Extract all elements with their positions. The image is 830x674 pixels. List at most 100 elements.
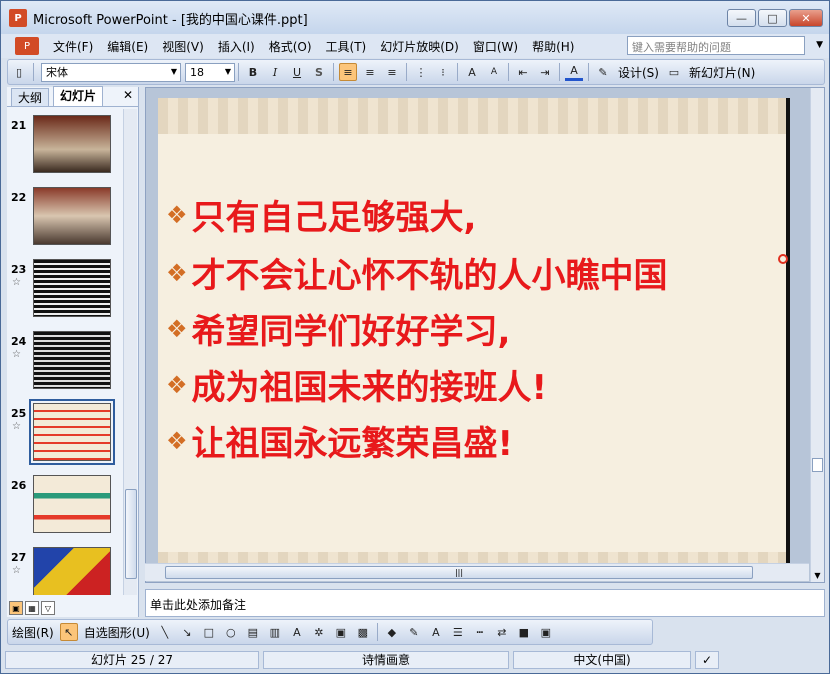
slide-sorter-icon[interactable]: ▦ [25,601,39,615]
font-color-icon[interactable]: A [565,63,583,81]
tab-outline[interactable]: 大纲 [11,88,50,106]
new-slide-button[interactable]: 新幻灯片(N) [689,64,755,81]
scrollbar-thumb[interactable] [125,489,137,579]
line-color-icon[interactable]: ✎ [405,623,423,641]
increase-indent-icon[interactable]: ⇥ [536,63,554,81]
align-left-icon[interactable]: ≡ [339,63,357,81]
bullet-icon: ❖ [166,200,188,229]
scrollbar-thumb[interactable] [812,458,823,472]
menu-format[interactable]: 格式(O) [269,38,312,55]
align-right-icon[interactable]: ≡ [383,63,401,81]
font-size-select[interactable]: 18 ▼ [185,62,235,82]
menu-slideshow[interactable]: 幻灯片放映(D) [380,38,459,55]
underline-button[interactable]: U [288,63,306,81]
slide-text-line[interactable]: ❖ 希望同学们好好学习, [166,304,510,353]
thumbnail-25[interactable]: 25 ☆ [7,397,123,465]
thumbnail-21[interactable]: 21 [7,109,123,175]
align-center-icon[interactable]: ≡ [361,63,379,81]
wordart-icon[interactable]: A [288,623,306,641]
scroll-down-icon[interactable]: ▼ [811,568,824,582]
shadow-style-icon[interactable]: ■ [515,623,533,641]
powerpoint-icon[interactable]: P [9,9,27,27]
bullets-icon[interactable]: ⁝ [434,63,452,81]
increase-font-icon[interactable]: A [463,63,481,81]
thumbnail-22[interactable]: 22 [7,181,123,247]
scrollbar-thumb[interactable]: ||| [165,566,753,579]
slide-top-border [158,98,786,134]
decrease-font-icon[interactable]: A [485,63,503,81]
design-button[interactable]: 设计(S) [618,64,659,81]
menu-window[interactable]: 窗口(W) [473,38,518,55]
help-search-input[interactable]: 键入需要帮助的问题 [627,36,805,55]
current-slide[interactable]: ❖ 只有自己足够强大, ❖ 才不会让心怀不轨的人小瞧中国 ❖ 希望同学们好好学习… [158,98,790,564]
language-indicator: 中文(中国) [513,651,691,669]
normal-view-icon[interactable]: ▣ [9,601,23,615]
autoshapes-button[interactable]: 自选图形(U) [84,624,150,641]
font-name-select[interactable]: 宋体 ▼ [41,62,181,82]
slide-line-text: 让祖国永远繁荣昌盛! [191,424,514,464]
decrease-indent-icon[interactable]: ⇤ [514,63,532,81]
new-document-icon[interactable]: ▯ [10,63,28,81]
font-color-icon[interactable]: A [427,623,445,641]
italic-button[interactable]: I [266,63,284,81]
thumbnail-27[interactable]: 27 ☆ [7,541,123,595]
menu-tools[interactable]: 工具(T) [326,38,367,55]
view-buttons: ▣ ▦ ▽ [9,601,69,617]
menu-help[interactable]: 帮助(H) [532,38,574,55]
close-button[interactable]: ✕ [789,9,823,27]
thumbnail-image [33,259,111,317]
bullet-icon: ❖ [166,426,188,455]
slide-vertical-scrollbar[interactable]: ▼ [810,88,824,582]
picture-icon[interactable]: ▩ [354,623,372,641]
chevron-down-icon: ▼ [170,66,177,76]
help-dropdown-icon[interactable]: ▼ [816,40,823,50]
fill-color-icon[interactable]: ◆ [383,623,401,641]
draw-menu-button[interactable]: 绘图(R) [12,624,54,641]
slide-line-text: 成为祖国未来的接班人! [191,368,548,408]
arrow-icon[interactable]: ↘ [178,623,196,641]
tab-slides[interactable]: 幻灯片 [53,86,104,106]
thumbnail-scrollbar[interactable] [123,109,137,595]
rectangle-icon[interactable]: □ [200,623,218,641]
slide-text-line[interactable]: ❖ 只有自己足够强大, [166,190,476,239]
thumbnail-24[interactable]: 24 ☆ [7,325,123,391]
thumbnail-26[interactable]: 26 [7,469,123,535]
dash-style-icon[interactable]: ┅ [471,623,489,641]
thumbnail-image [33,115,111,173]
clipart-icon[interactable]: ▣ [332,623,350,641]
slide-indicator: 幻灯片 25 / 27 [5,651,259,669]
arrow-style-icon[interactable]: ⇄ [493,623,511,641]
diagram-icon[interactable]: ✲ [310,623,328,641]
slide-text-line[interactable]: ❖ 成为祖国未来的接班人! [166,360,547,409]
minimize-button[interactable]: — [727,9,756,27]
slide-horizontal-scrollbar[interactable]: ||| [145,563,809,581]
thumbnail-23[interactable]: 23 ☆ [7,253,123,319]
shadow-button[interactable]: S [310,63,328,81]
slide-text-line[interactable]: ❖ 让祖国永远繁荣昌盛! [166,416,513,465]
design-template-name: 诗情画意 [263,651,509,669]
3d-style-icon[interactable]: ▣ [537,623,555,641]
textbox-icon[interactable]: ▤ [244,623,262,641]
line-icon[interactable]: ╲ [156,623,174,641]
menu-file[interactable]: 文件(F) [53,38,93,55]
line-style-icon[interactable]: ☰ [449,623,467,641]
powerpoint-window: P Microsoft PowerPoint - [我的中国心课件.ppt] —… [0,0,830,674]
notes-pane[interactable]: 单击此处添加备注 [145,589,825,617]
menu-view[interactable]: 视图(V) [162,38,204,55]
menu-insert[interactable]: 插入(I) [218,38,255,55]
slide-text-line[interactable]: ❖ 才不会让心怀不轨的人小瞧中国 [166,248,668,297]
slideshow-icon[interactable]: ▽ [41,601,55,615]
panel-tabs: 大纲 幻灯片 ✕ [7,86,139,107]
numbering-icon[interactable]: ⋮ [412,63,430,81]
bold-button[interactable]: B [244,63,262,81]
menu-edit[interactable]: 编辑(E) [107,38,148,55]
select-pointer-icon[interactable]: ↖ [59,623,78,641]
oval-icon[interactable]: ○ [222,623,240,641]
close-icon[interactable]: ✕ [123,88,133,102]
document-icon[interactable]: P [15,37,39,55]
maximize-button[interactable]: □ [758,9,787,27]
vertical-textbox-icon[interactable]: ▥ [266,623,284,641]
animation-star-icon: ☆ [12,421,21,432]
spellcheck-icon[interactable]: ✓ [695,651,719,669]
resize-handle[interactable] [778,254,788,264]
